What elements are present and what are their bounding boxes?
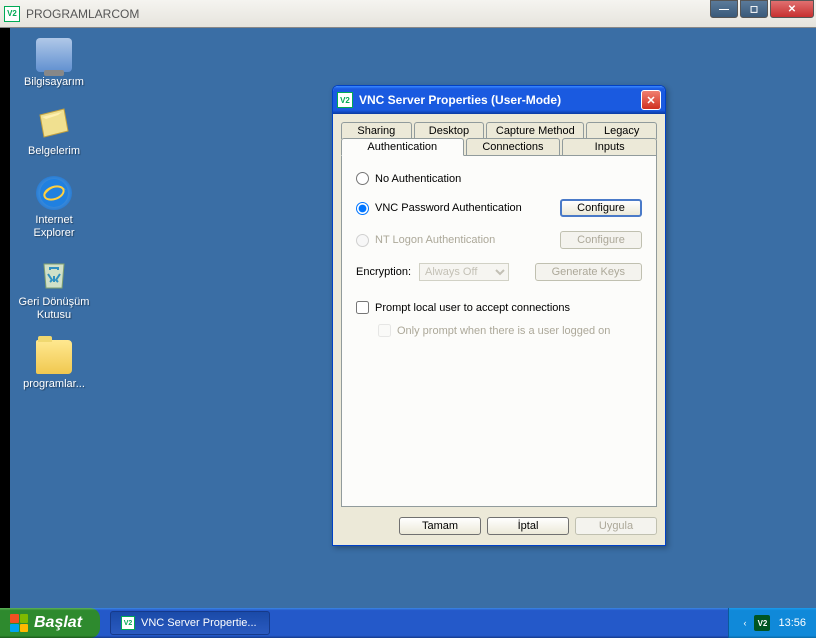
tab-legacy[interactable]: Legacy <box>586 122 657 139</box>
desktop-icon-label: Belgelerim <box>28 145 80 158</box>
vnc-icon: V2 <box>337 92 353 108</box>
ok-button[interactable]: Tamam <box>399 517 481 535</box>
generate-keys-button: Generate Keys <box>535 263 642 281</box>
host-window: V2 PROGRAMLARCOM — ◻ ✕ Bilgisayarım Belg… <box>0 0 816 638</box>
encryption-row: Encryption: Always Off Generate Keys <box>356 263 642 281</box>
host-window-title: PROGRAMLARCOM <box>26 7 812 21</box>
nt-logon-label: NT Logon Authentication <box>375 234 495 246</box>
tray-expand-icon[interactable]: ‹ <box>743 618 746 628</box>
radio-row-vnc-password: VNC Password Authentication Configure <box>356 199 642 217</box>
vnc-password-label[interactable]: VNC Password Authentication <box>375 202 522 214</box>
tab-inputs[interactable]: Inputs <box>562 138 657 155</box>
dialog-button-row: Tamam İptal Uygula <box>341 517 657 535</box>
nt-logon-radio <box>356 234 369 247</box>
taskbar-item-vnc[interactable]: V2 VNC Server Propertie... <box>110 611 270 635</box>
host-maximize-button[interactable]: ◻ <box>740 0 768 18</box>
tabs-front-row: Authentication Connections Inputs <box>341 138 657 155</box>
left-black-strip <box>0 28 10 608</box>
computer-icon <box>36 38 72 72</box>
no-auth-radio[interactable] <box>356 172 369 185</box>
tab-panel-authentication: No Authentication VNC Password Authentic… <box>341 155 657 507</box>
prompt-local-checkbox[interactable] <box>356 301 369 314</box>
host-close-button[interactable]: ✕ <box>770 0 814 18</box>
vnc-password-radio[interactable] <box>356 202 369 215</box>
configure-vnc-password-button[interactable]: Configure <box>560 199 642 217</box>
only-prompt-checkbox <box>378 324 391 337</box>
apply-button: Uygula <box>575 517 657 535</box>
ie-icon <box>36 176 72 210</box>
tab-authentication[interactable]: Authentication <box>341 138 464 156</box>
tab-desktop[interactable]: Desktop <box>414 122 485 139</box>
desktop-icon-label: Bilgisayarım <box>24 76 84 89</box>
desktop-icon-label: Geri Dönüşüm Kutusu <box>14 296 94 322</box>
desktop-icon-internet-explorer[interactable]: Internet Explorer <box>14 176 94 240</box>
desktop-icon-my-documents[interactable]: Belgelerim <box>14 107 94 158</box>
folder-icon <box>36 340 72 374</box>
desktop-icon-folder[interactable]: programlar... <box>14 340 94 391</box>
start-button[interactable]: Başlat <box>0 608 100 638</box>
vnc-app-icon: V2 <box>4 6 20 22</box>
tab-connections[interactable]: Connections <box>466 138 561 155</box>
xp-desktop[interactable]: Bilgisayarım Belgelerim Internet Explore… <box>0 28 816 638</box>
tab-capture-method[interactable]: Capture Method <box>486 122 584 139</box>
radio-row-nt-logon: NT Logon Authentication Configure <box>356 231 642 249</box>
vnc-icon: V2 <box>121 616 135 630</box>
only-prompt-label: Only prompt when there is a user logged … <box>397 325 610 337</box>
desktop-icon-recycle-bin[interactable]: Geri Dönüşüm Kutusu <box>14 258 94 322</box>
prompt-local-row: Prompt local user to accept connections <box>356 301 642 314</box>
dialog-titlebar[interactable]: V2 VNC Server Properties (User-Mode) ✕ <box>333 86 665 114</box>
only-prompt-row: Only prompt when there is a user logged … <box>378 324 642 337</box>
tray-clock[interactable]: 13:56 <box>778 617 806 629</box>
desktop-icon-label: programlar... <box>23 378 85 391</box>
desktop-icon-my-computer[interactable]: Bilgisayarım <box>14 38 94 89</box>
encryption-label: Encryption: <box>356 266 411 278</box>
radio-row-no-auth: No Authentication <box>356 172 642 185</box>
configure-nt-logon-button: Configure <box>560 231 642 249</box>
system-tray: ‹ V2 13:56 <box>728 608 816 638</box>
documents-icon <box>36 107 72 141</box>
dialog-body: Sharing Desktop Capture Method Legacy Au… <box>333 114 665 545</box>
windows-logo-icon <box>10 614 28 632</box>
desktop-icon-label: Internet Explorer <box>14 214 94 240</box>
no-auth-label[interactable]: No Authentication <box>375 173 461 185</box>
host-titlebar: V2 PROGRAMLARCOM — ◻ ✕ <box>0 0 816 28</box>
cancel-button[interactable]: İptal <box>487 517 569 535</box>
host-minimize-button[interactable]: — <box>710 0 738 18</box>
taskbar-item-label: VNC Server Propertie... <box>141 617 257 629</box>
start-button-label: Başlat <box>34 614 82 632</box>
vnc-properties-dialog: V2 VNC Server Properties (User-Mode) ✕ S… <box>332 85 666 546</box>
tab-sharing[interactable]: Sharing <box>341 122 412 139</box>
prompt-local-label[interactable]: Prompt local user to accept connections <box>375 302 570 314</box>
dialog-close-button[interactable]: ✕ <box>641 90 661 110</box>
taskbar: Başlat V2 VNC Server Propertie... ‹ V2 1… <box>0 608 816 638</box>
tray-vnc-icon[interactable]: V2 <box>754 615 770 631</box>
dialog-title: VNC Server Properties (User-Mode) <box>359 93 641 107</box>
tabs-back-row: Sharing Desktop Capture Method Legacy <box>341 122 657 139</box>
recycle-icon <box>36 258 72 292</box>
desktop-icons-area: Bilgisayarım Belgelerim Internet Explore… <box>14 38 94 391</box>
encryption-select: Always Off <box>419 263 509 281</box>
